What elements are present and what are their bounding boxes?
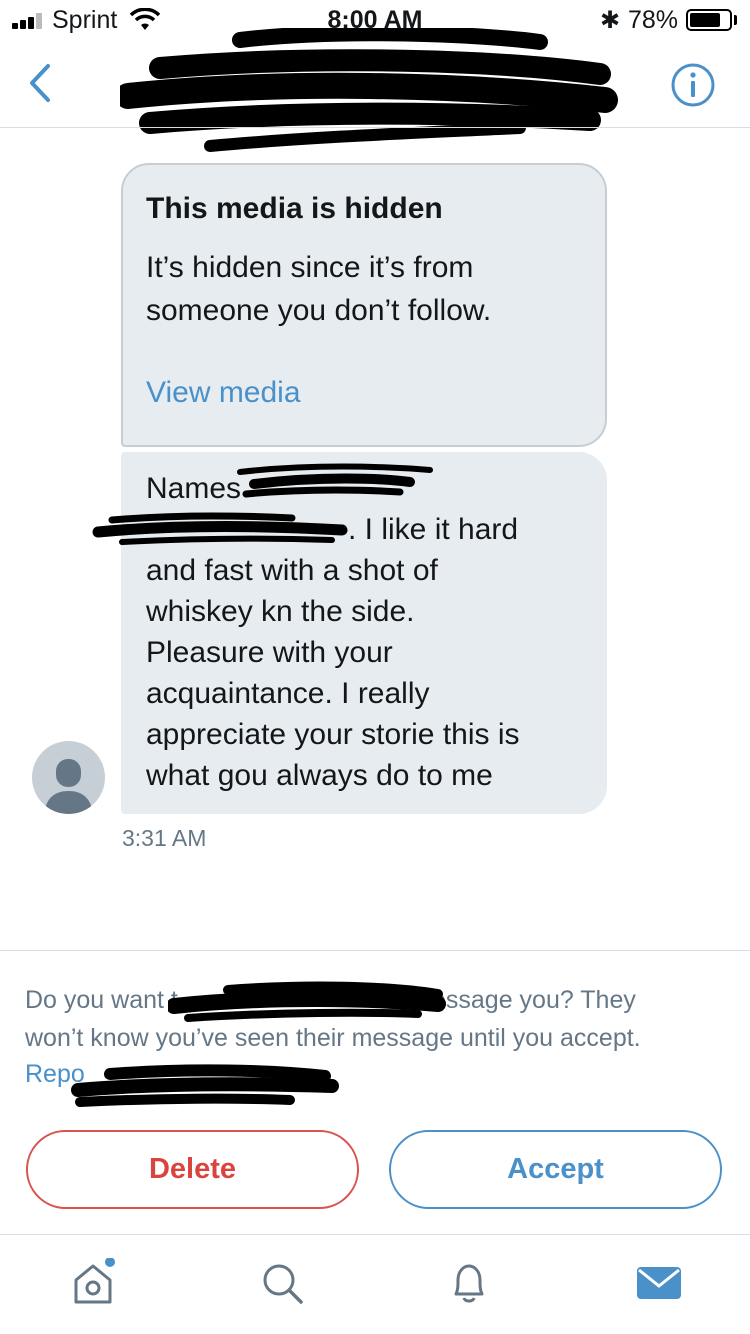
hidden-media-title: This media is hidden [146, 192, 443, 225]
redaction-mark [237, 463, 433, 498]
message-line: what gou always do to me [146, 759, 493, 792]
message-line: and fast with a shot of [146, 554, 438, 587]
messages-icon[interactable] [634, 1258, 684, 1308]
hidden-media-line: someone you don’t follow. [146, 294, 492, 327]
message-timestamp: 3:31 AM [122, 825, 207, 851]
nav-divider [0, 127, 750, 128]
home-icon[interactable] [68, 1258, 118, 1308]
hidden-media-line: It’s hidden since it’s from [146, 251, 474, 284]
message-line: appreciate your storie this is [146, 718, 520, 751]
request-line: won’t know you’ve seen their message unt… [25, 1024, 641, 1052]
battery-percent: 78% [628, 6, 679, 34]
request-line-end: essage you? They [432, 986, 636, 1014]
redaction-mark [168, 981, 446, 1022]
battery-icon [686, 9, 732, 31]
redaction-mark [92, 512, 348, 545]
accept-button[interactable]: Accept [389, 1130, 722, 1209]
default-avatar-icon [44, 759, 93, 814]
redaction-mark [71, 1064, 339, 1107]
message-line: . I like it hard [348, 513, 519, 546]
message-line: acquaintance. I really [146, 677, 430, 710]
search-icon[interactable] [257, 1258, 307, 1308]
battery-cap [734, 15, 737, 25]
delete-button[interactable]: Delete [26, 1130, 359, 1209]
message-line: Pleasure with your [146, 636, 393, 669]
hidden-media-description: It’s hidden since it’s from someone you … [146, 246, 576, 332]
request-line-start: Do you want t [25, 986, 178, 1014]
tab-bar-divider [0, 1234, 750, 1235]
info-icon[interactable] [670, 62, 716, 108]
avatar[interactable] [32, 741, 105, 814]
request-divider [0, 950, 750, 951]
message-line: whiskey kn the side. [146, 595, 415, 628]
notifications-icon[interactable] [444, 1258, 494, 1308]
view-media-link[interactable]: View media [146, 376, 301, 410]
chevron-left-icon[interactable] [18, 56, 62, 110]
redacted-username [120, 28, 618, 152]
